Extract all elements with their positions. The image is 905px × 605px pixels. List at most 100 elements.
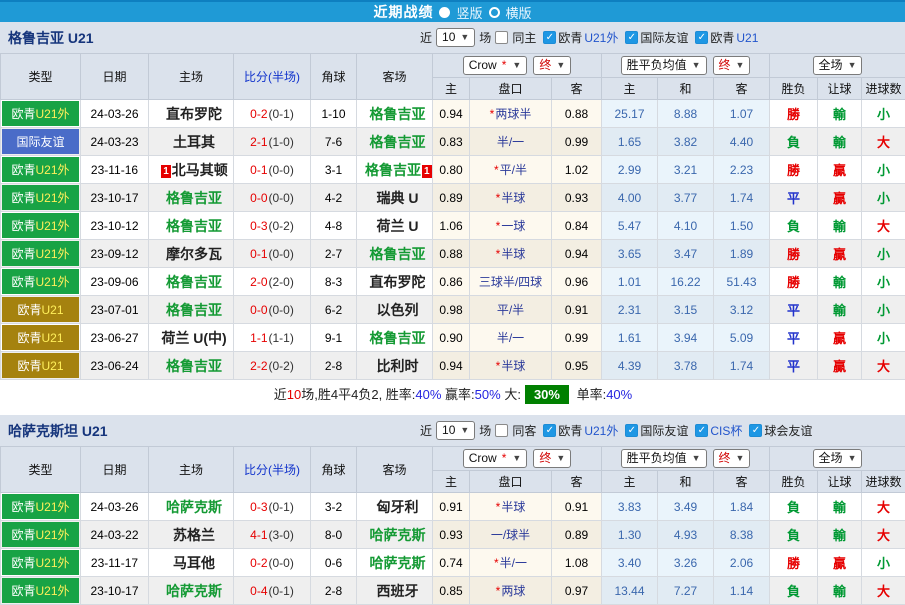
corner-score: 3-2	[311, 493, 357, 521]
handicap-cell: *一球	[470, 212, 552, 240]
fulltime-score: 2-2	[250, 359, 267, 373]
corner-score: 4-8	[311, 212, 357, 240]
summary-segment: 30%	[525, 385, 569, 404]
away-team: 哈萨克斯	[357, 521, 433, 549]
result-group-header: 全场▼	[770, 54, 905, 78]
type-label: 欧青	[11, 107, 35, 121]
avg-draw: 3.15	[658, 296, 714, 324]
league-checkbox[interactable]: ✓	[695, 424, 708, 437]
summary-segment: 大:	[501, 387, 521, 402]
league-checkbox[interactable]: ✓	[543, 31, 556, 44]
results-table: 类型 日期 主场 比分(半场) 角球 客场 Crow*▼ 终▼ 胜平负均	[0, 446, 905, 605]
type-label-en: U21	[42, 359, 64, 373]
match-date: 24-03-23	[81, 128, 149, 156]
avg-home: 1.01	[602, 268, 658, 296]
team-name: 格鲁吉亚 U21	[0, 28, 420, 48]
avg-home: 3.40	[602, 549, 658, 577]
league-checkbox[interactable]: ✓	[695, 31, 708, 44]
avg-draw: 3.49	[658, 493, 714, 521]
avg-draw: 3.78	[658, 352, 714, 380]
type-label: 欧青	[17, 303, 41, 317]
col-odds-home: 主	[433, 471, 470, 493]
check-icon: ✓	[698, 426, 706, 436]
halftime-score: (0-2)	[269, 219, 294, 233]
horizontal-layout-label[interactable]: 横版	[506, 3, 532, 22]
results-table: 类型 日期 主场 比分(半场) 角球 客场 Crow*▼ 终▼ 胜平负均	[0, 53, 905, 407]
type-label-en: U21外	[36, 500, 70, 514]
home-odds: 0.86	[433, 268, 470, 296]
league-type-badge: 欧青U21外	[2, 494, 79, 519]
check-icon: ✓	[698, 33, 706, 43]
avg-home: 1.30	[602, 521, 658, 549]
avg-home: 25.17	[602, 100, 658, 128]
final-odds-select[interactable]: 终▼	[533, 56, 571, 75]
corner-score: 7-6	[311, 128, 357, 156]
league-checkbox[interactable]: ✓	[749, 424, 762, 437]
avg-type-select[interactable]: 胜平负均值▼	[621, 56, 707, 75]
final-avg-select[interactable]: 终▼	[713, 56, 751, 75]
league-checkbox[interactable]: ✓	[625, 31, 638, 44]
result-goals: 大	[862, 352, 905, 380]
match-type-cell: 欧青U21	[1, 352, 81, 380]
type-label: 欧青	[11, 556, 35, 570]
away-team: 哈萨克斯	[357, 549, 433, 577]
avg-draw: 16.22	[658, 268, 714, 296]
final-avg-select[interactable]: 终▼	[713, 449, 751, 468]
scope-select[interactable]: 全场▼	[813, 449, 863, 468]
team-section: 格鲁吉亚 U21 近 10 ▼ 场 同主 ✓欧青U21外✓国际友谊✓欧青U21	[0, 22, 905, 407]
home-odds: 0.83	[433, 128, 470, 156]
handicap-cell: *半球	[470, 240, 552, 268]
near-count-value: 10	[442, 423, 455, 438]
team-label: 哈萨克斯	[370, 527, 426, 543]
chevron-down-icon: ▼	[692, 451, 701, 466]
result-handicap: 贏	[818, 184, 862, 212]
team-label: 直布罗陀	[370, 274, 426, 290]
near-count-select[interactable]: 10 ▼	[436, 421, 475, 440]
vertical-layout-label[interactable]: 竖版	[456, 3, 482, 22]
result-handicap: 輸	[818, 296, 862, 324]
avg-type-value: 胜平负均值	[627, 451, 687, 466]
avg-away: 4.40	[714, 128, 770, 156]
handicap-cell: *半/一	[470, 549, 552, 577]
type-label-en: U21外	[36, 191, 70, 205]
away-odds: 0.99	[552, 324, 602, 352]
halftime-score: (0-0)	[269, 556, 294, 570]
check-icon: ✓	[628, 33, 636, 43]
bookmaker-select[interactable]: Crow*▼	[463, 449, 528, 468]
vertical-layout-radio[interactable]	[439, 7, 450, 18]
near-count-select[interactable]: 10 ▼	[436, 28, 475, 47]
league-checkbox[interactable]: ✓	[543, 424, 556, 437]
final-odds-select[interactable]: 终▼	[533, 449, 571, 468]
avg-away: 1.07	[714, 100, 770, 128]
fulltime-score: 0-0	[250, 191, 267, 205]
halftime-score: (2-0)	[269, 275, 294, 289]
summary-segment: 50%	[475, 387, 501, 402]
type-label-en: U21外	[36, 275, 70, 289]
home-team: 格鲁吉亚	[149, 268, 234, 296]
same-side-checkbox[interactable]	[495, 31, 508, 44]
result-wdl: 負	[770, 521, 818, 549]
away-odds: 0.91	[552, 493, 602, 521]
type-label-en: U21外	[36, 163, 70, 177]
col-home: 主场	[149, 447, 234, 493]
avg-home: 2.31	[602, 296, 658, 324]
bookmaker-select[interactable]: Crow*▼	[463, 56, 528, 75]
avg-type-select[interactable]: 胜平负均值 ▼	[621, 449, 707, 468]
handicap-cell: *半球	[470, 184, 552, 212]
col-result-goals: 进球数	[862, 78, 905, 100]
home-team: 摩尔多瓦	[149, 240, 234, 268]
col-avg-away: 客	[714, 78, 770, 100]
handicap-cell: *两球	[470, 577, 552, 605]
result-wdl: 負	[770, 128, 818, 156]
horizontal-layout-radio[interactable]	[489, 7, 500, 18]
same-side-checkbox[interactable]	[495, 424, 508, 437]
avg-home: 4.00	[602, 184, 658, 212]
result-wdl: 勝	[770, 268, 818, 296]
away-team: 格鲁吉亚	[357, 240, 433, 268]
team-label: 瑞典 U	[377, 190, 419, 206]
fulltime-score: 4-1	[250, 528, 267, 542]
result-wdl: 勝	[770, 240, 818, 268]
handicap-star: *	[494, 556, 499, 570]
scope-select[interactable]: 全场▼	[813, 56, 863, 75]
league-checkbox[interactable]: ✓	[625, 424, 638, 437]
